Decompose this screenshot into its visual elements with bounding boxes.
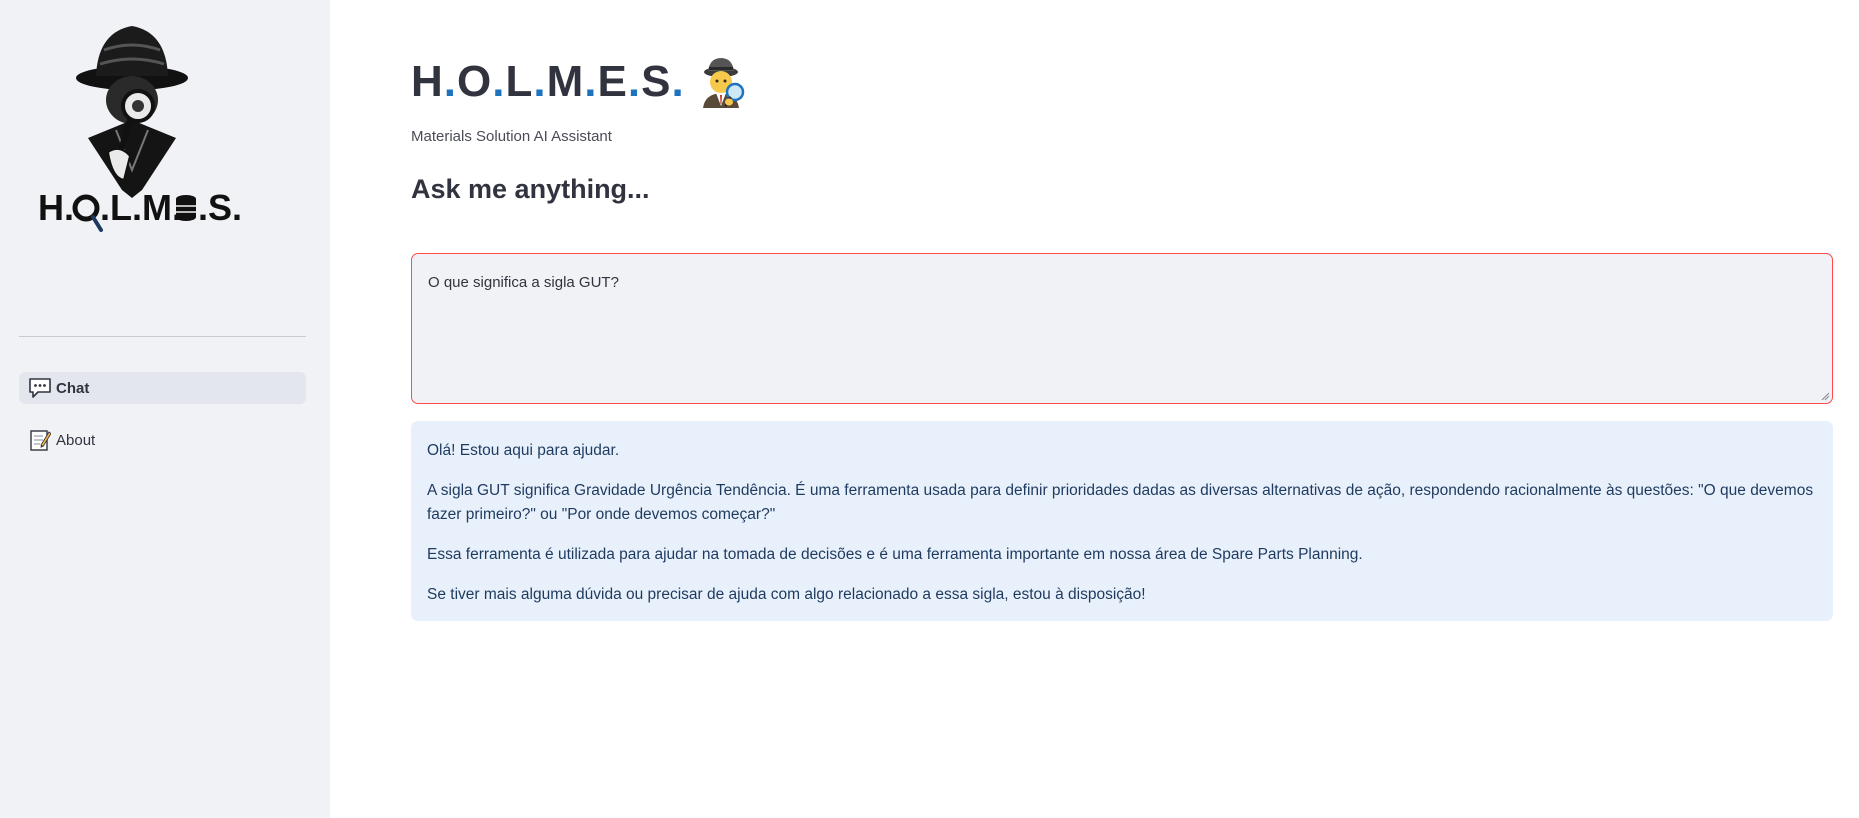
svg-text:H.: H. <box>38 187 74 228</box>
title-letter: H <box>411 57 444 106</box>
title-dot: . <box>492 57 506 106</box>
holmes-logo-icon: H. .L.M. .S. <box>38 26 242 232</box>
question-input-value: O que significa a sigla GUT? <box>428 274 619 291</box>
memo-icon <box>28 428 52 452</box>
title-dot: . <box>584 57 598 106</box>
title-letter: E <box>597 57 628 106</box>
app-root: H. .L.M. .S. Chat About H.O.L.M.E.S. Mat… <box>0 0 1859 818</box>
title-dot: . <box>443 57 458 106</box>
answer-paragraph: Essa ferramenta é utilizada para ajudar … <box>427 546 1363 563</box>
ask-heading: Ask me anything... <box>411 174 650 204</box>
sidebar-item-about[interactable]: About <box>19 424 306 456</box>
sidebar-item-label: About <box>56 431 96 449</box>
speech-balloon-icon <box>28 376 52 400</box>
sidebar: H. .L.M. .S. Chat About <box>0 0 330 818</box>
resize-handle-icon[interactable] <box>1820 391 1830 401</box>
detective-icon <box>702 58 744 108</box>
title-dot: . <box>533 57 547 106</box>
title-letter: M <box>546 57 585 106</box>
answer-paragraph: Olá! Estou aqui para ajudar. <box>427 442 620 459</box>
title-dot: . <box>671 57 685 106</box>
question-input[interactable]: O que significa a sigla GUT? <box>411 253 1833 404</box>
sidebar-divider <box>19 336 306 337</box>
title-letter: O <box>457 57 493 106</box>
sidebar-item-label: Chat <box>56 379 90 397</box>
page-title-text: H.O.L.M.E.S. <box>411 57 685 107</box>
svg-text:.S.: .S. <box>198 187 242 228</box>
sidebar-item-chat[interactable]: Chat <box>19 372 306 404</box>
title-letter: L <box>505 57 534 106</box>
answer-panel: Olá! Estou aqui para ajudar. A sigla GUT… <box>411 421 1833 621</box>
title-dot: . <box>627 57 642 106</box>
svg-text:.L.M.: .L.M. <box>100 187 182 228</box>
page-subtitle: Materials Solution AI Assistant <box>411 128 612 145</box>
page-title: H.O.L.M.E.S. <box>411 52 749 112</box>
answer-paragraph: Se tiver mais alguma dúvida ou precisar … <box>427 586 1146 603</box>
main-content: H.O.L.M.E.S. Materials Solution AI Assis… <box>330 0 1859 818</box>
answer-paragraph: A sigla GUT significa Gravidade Urgência… <box>427 482 1814 523</box>
title-letter: S <box>641 57 672 106</box>
